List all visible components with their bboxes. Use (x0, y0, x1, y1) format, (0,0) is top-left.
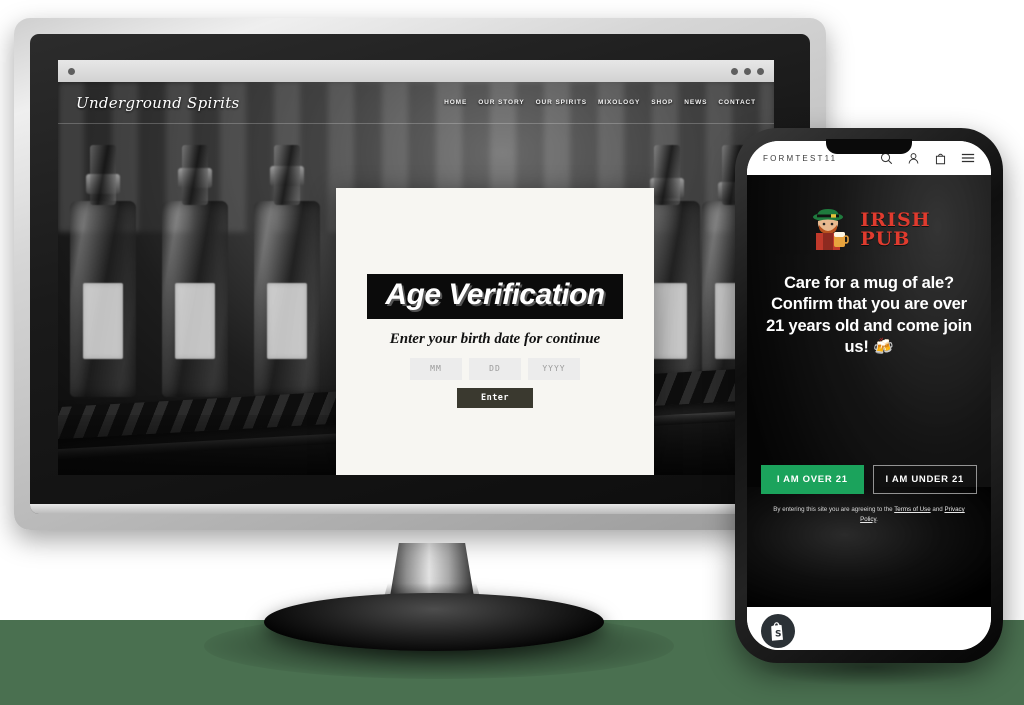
shopify-bag-icon[interactable]: S (761, 614, 795, 648)
nav-item-news[interactable]: NEWS (684, 99, 707, 106)
irish-pub-wordmark: IRISH PUB (860, 210, 930, 250)
browser-window-controls[interactable] (731, 67, 764, 75)
site-logo[interactable]: Underground Spirits (76, 94, 240, 112)
age-gate-fine-print: By entering this site you are agreeing t… (747, 505, 991, 524)
phone-screen: FORMTEST11 IRISH PUB Care for a mug of a… (747, 141, 991, 650)
nav-item-shop[interactable]: SHOP (651, 99, 673, 106)
age-verification-subtitle: Enter your birth date for continue (389, 330, 601, 347)
desktop-monitor-mockup: Underground Spirits HOME OUR STORY OUR S… (14, 18, 826, 679)
browser-dot-icon[interactable] (731, 67, 738, 75)
age-gate-buttons: I AM OVER 21 I AM UNDER 21 (747, 465, 991, 494)
mockup-stage: Underground Spirits HOME OUR STORY OUR S… (0, 0, 1024, 705)
nav-item-home[interactable]: HOME (444, 99, 467, 106)
monitor-body: Underground Spirits HOME OUR STORY OUR S… (14, 18, 826, 530)
irish-pub-logo: IRISH PUB (765, 205, 973, 255)
fine-print-prefix: By entering this site you are agreeing t… (773, 506, 895, 513)
age-verification-title: Age Verification (367, 273, 623, 319)
leprechaun-icon (807, 205, 853, 255)
svg-text:S: S (775, 629, 781, 639)
mobile-footer: S (747, 607, 991, 650)
i-am-under-21-button[interactable]: I AM UNDER 21 (872, 465, 977, 494)
age-verification-modal: Age Verification Enter your birth date f… (336, 188, 654, 475)
browser-left-dot-icon (68, 67, 75, 75)
browser-dot-icon[interactable] (744, 67, 751, 75)
nav-item-our-story[interactable]: OUR STORY (478, 99, 524, 106)
birth-day-input[interactable] (469, 357, 521, 380)
monitor-chin-bar (30, 504, 810, 514)
shopping-bag-icon[interactable] (934, 152, 947, 165)
fine-print-suffix: . (876, 515, 878, 523)
mobile-age-gate-content: IRISH PUB Care for a mug of ale? Confirm… (747, 175, 991, 359)
mobile-store-name[interactable]: FORMTEST11 (763, 154, 837, 163)
site-header: Underground Spirits HOME OUR STORY OUR S… (58, 82, 774, 124)
browser-dot-icon[interactable] (757, 67, 764, 75)
monitor-base (264, 593, 604, 651)
phone-body: FORMTEST11 IRISH PUB Care for a mug of a… (735, 128, 1003, 663)
age-gate-headline: Care for a mug of ale? Confirm that you … (766, 274, 972, 357)
browser-chrome-bar (58, 60, 774, 82)
nav-item-contact[interactable]: CONTACT (718, 99, 756, 106)
site-nav: HOME OUR STORY OUR SPIRITS MIXOLOGY SHOP… (444, 99, 756, 106)
phone-notch (826, 139, 912, 154)
enter-button[interactable]: Enter (456, 387, 534, 408)
bottle-image (162, 145, 228, 397)
birth-year-input[interactable] (528, 357, 580, 380)
birth-month-input[interactable] (410, 357, 462, 380)
mobile-age-gate: IRISH PUB Care for a mug of ale? Confirm… (747, 175, 991, 607)
mobile-phone-mockup: FORMTEST11 IRISH PUB Care for a mug of a… (735, 128, 1003, 686)
nav-item-our-spirits[interactable]: OUR SPIRITS (536, 99, 587, 106)
nav-item-mixology[interactable]: MIXOLOGY (598, 99, 640, 106)
terms-of-use-link[interactable]: Terms of Use (894, 506, 930, 513)
i-am-over-21-button[interactable]: I AM OVER 21 (761, 465, 864, 494)
birth-date-fields (410, 357, 580, 380)
bottle-image (254, 145, 320, 397)
bottle-image (70, 145, 136, 397)
hamburger-menu-icon[interactable] (961, 152, 975, 164)
fine-print-middle: and (930, 506, 945, 513)
pub-logo-line-2: PUB (860, 228, 911, 250)
account-icon[interactable] (907, 152, 920, 165)
desktop-screen: Underground Spirits HOME OUR STORY OUR S… (58, 60, 774, 475)
